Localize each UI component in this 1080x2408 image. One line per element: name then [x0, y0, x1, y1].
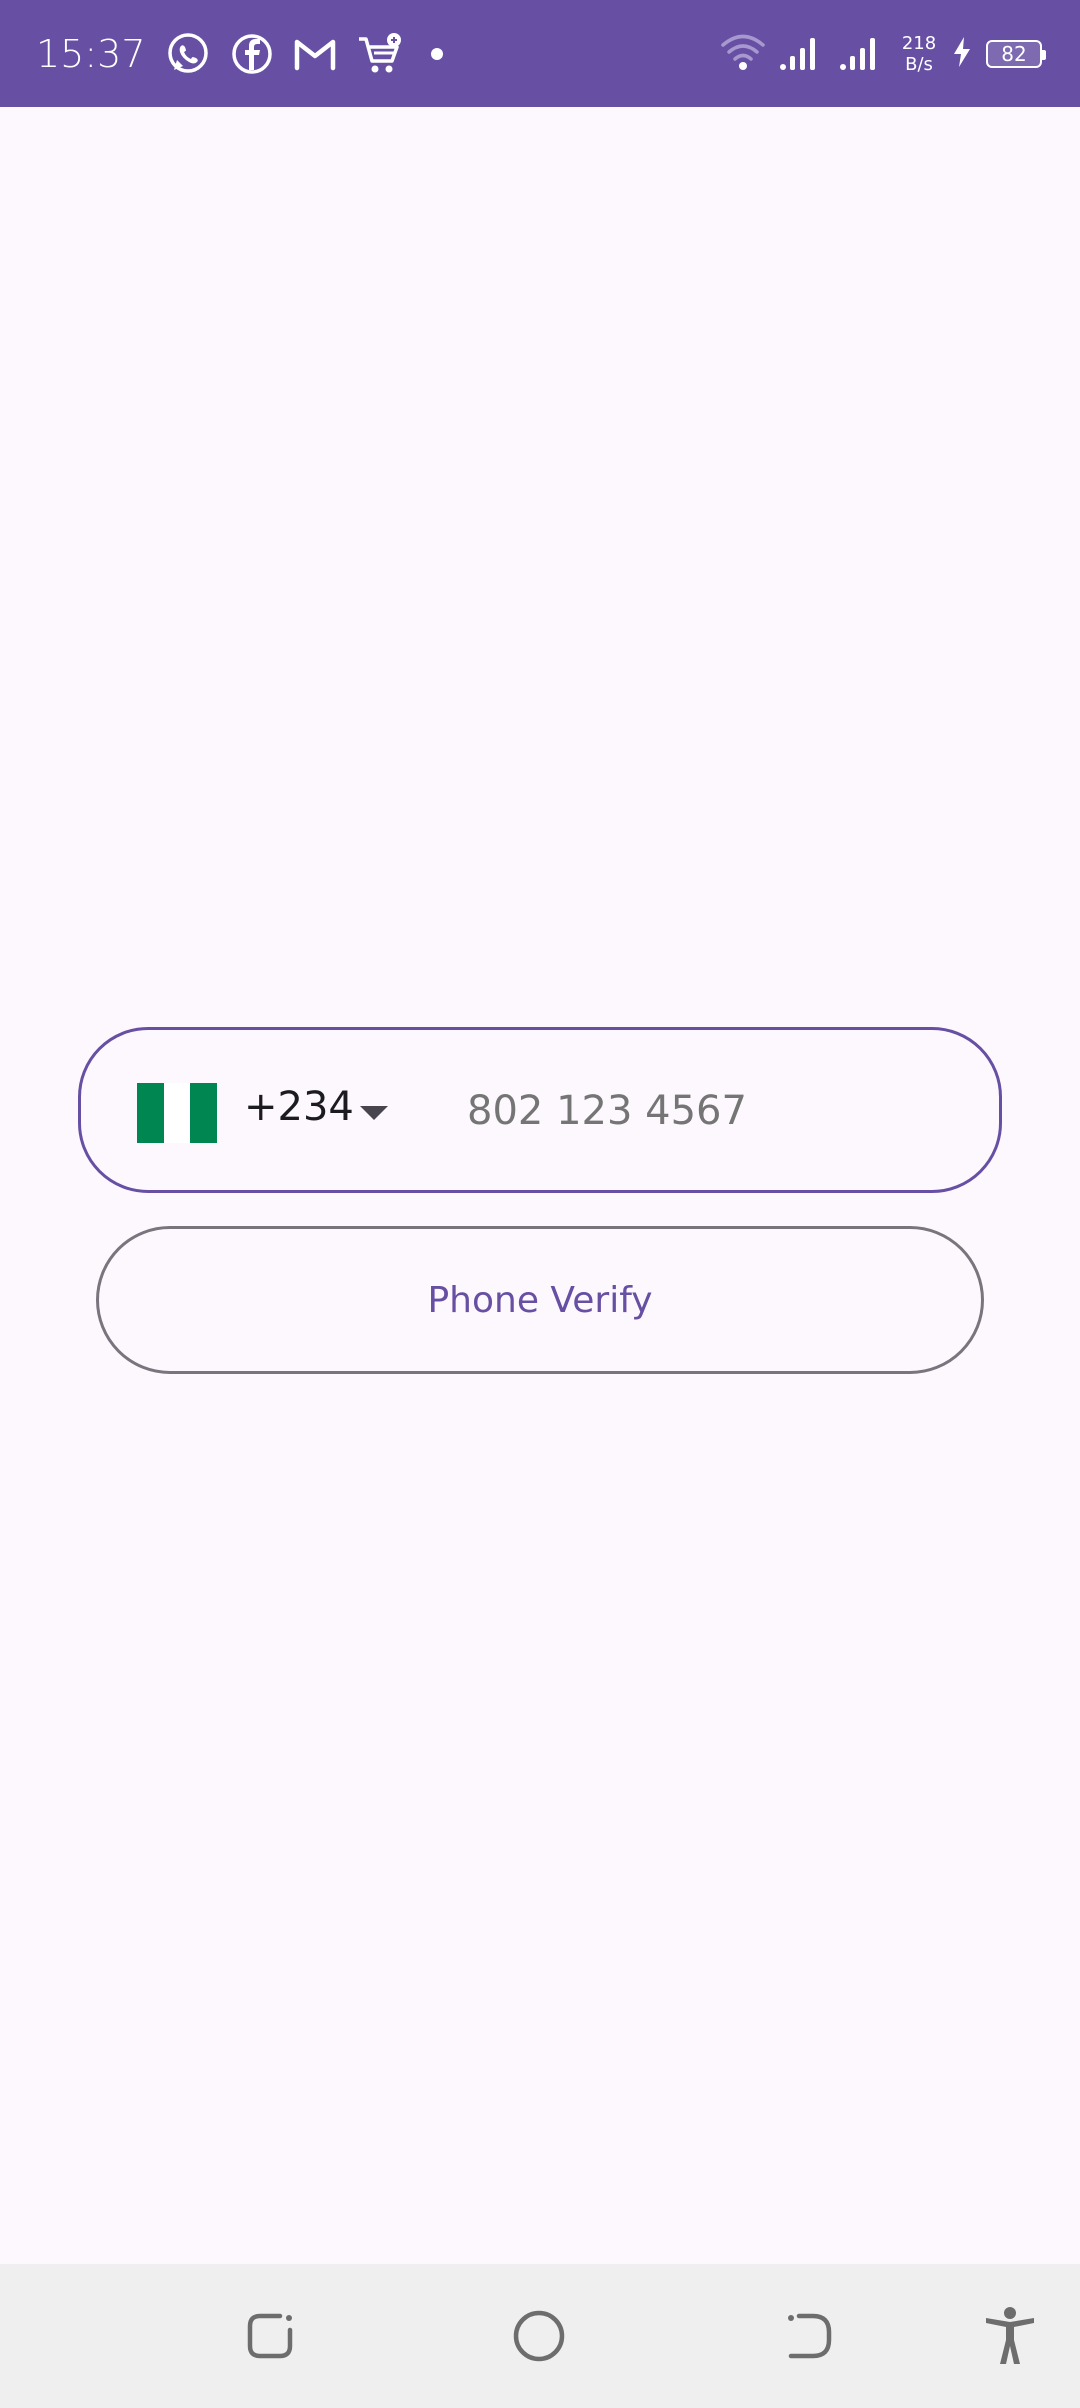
- network-speed-unit: B/s: [905, 53, 933, 75]
- signal-icon-2: [840, 34, 886, 74]
- accessibility-icon[interactable]: [980, 2306, 1040, 2366]
- back-icon[interactable]: [779, 2306, 839, 2366]
- recent-apps-icon[interactable]: [240, 2306, 300, 2366]
- chevron-down-icon[interactable]: [360, 1106, 388, 1120]
- network-speed: 218 B/s: [900, 33, 938, 75]
- battery-level: 82: [1001, 41, 1027, 66]
- whatsapp-icon: [164, 30, 212, 78]
- navigation-bar: [0, 2264, 1080, 2408]
- phone-number-field: +234: [78, 1027, 1002, 1193]
- shopping-cart-icon: [356, 31, 404, 77]
- wifi-icon: [720, 32, 766, 76]
- phone-number-input[interactable]: [467, 1078, 947, 1144]
- country-dial-code[interactable]: +234: [244, 1084, 354, 1130]
- charging-icon: [952, 36, 972, 72]
- network-speed-value: 218: [901, 32, 937, 54]
- signal-icon: [780, 34, 826, 74]
- home-icon[interactable]: [509, 2306, 569, 2366]
- dot-icon: [430, 47, 444, 61]
- gmail-icon: [292, 34, 338, 74]
- battery-icon: 82: [986, 39, 1046, 68]
- status-time: 15:37: [36, 31, 146, 76]
- status-bar: 15:37 218 B/s 82: [0, 0, 1080, 107]
- phone-verify-button[interactable]: Phone Verify: [96, 1226, 984, 1374]
- facebook-icon: [230, 32, 274, 76]
- nigeria-flag-icon[interactable]: [137, 1083, 218, 1143]
